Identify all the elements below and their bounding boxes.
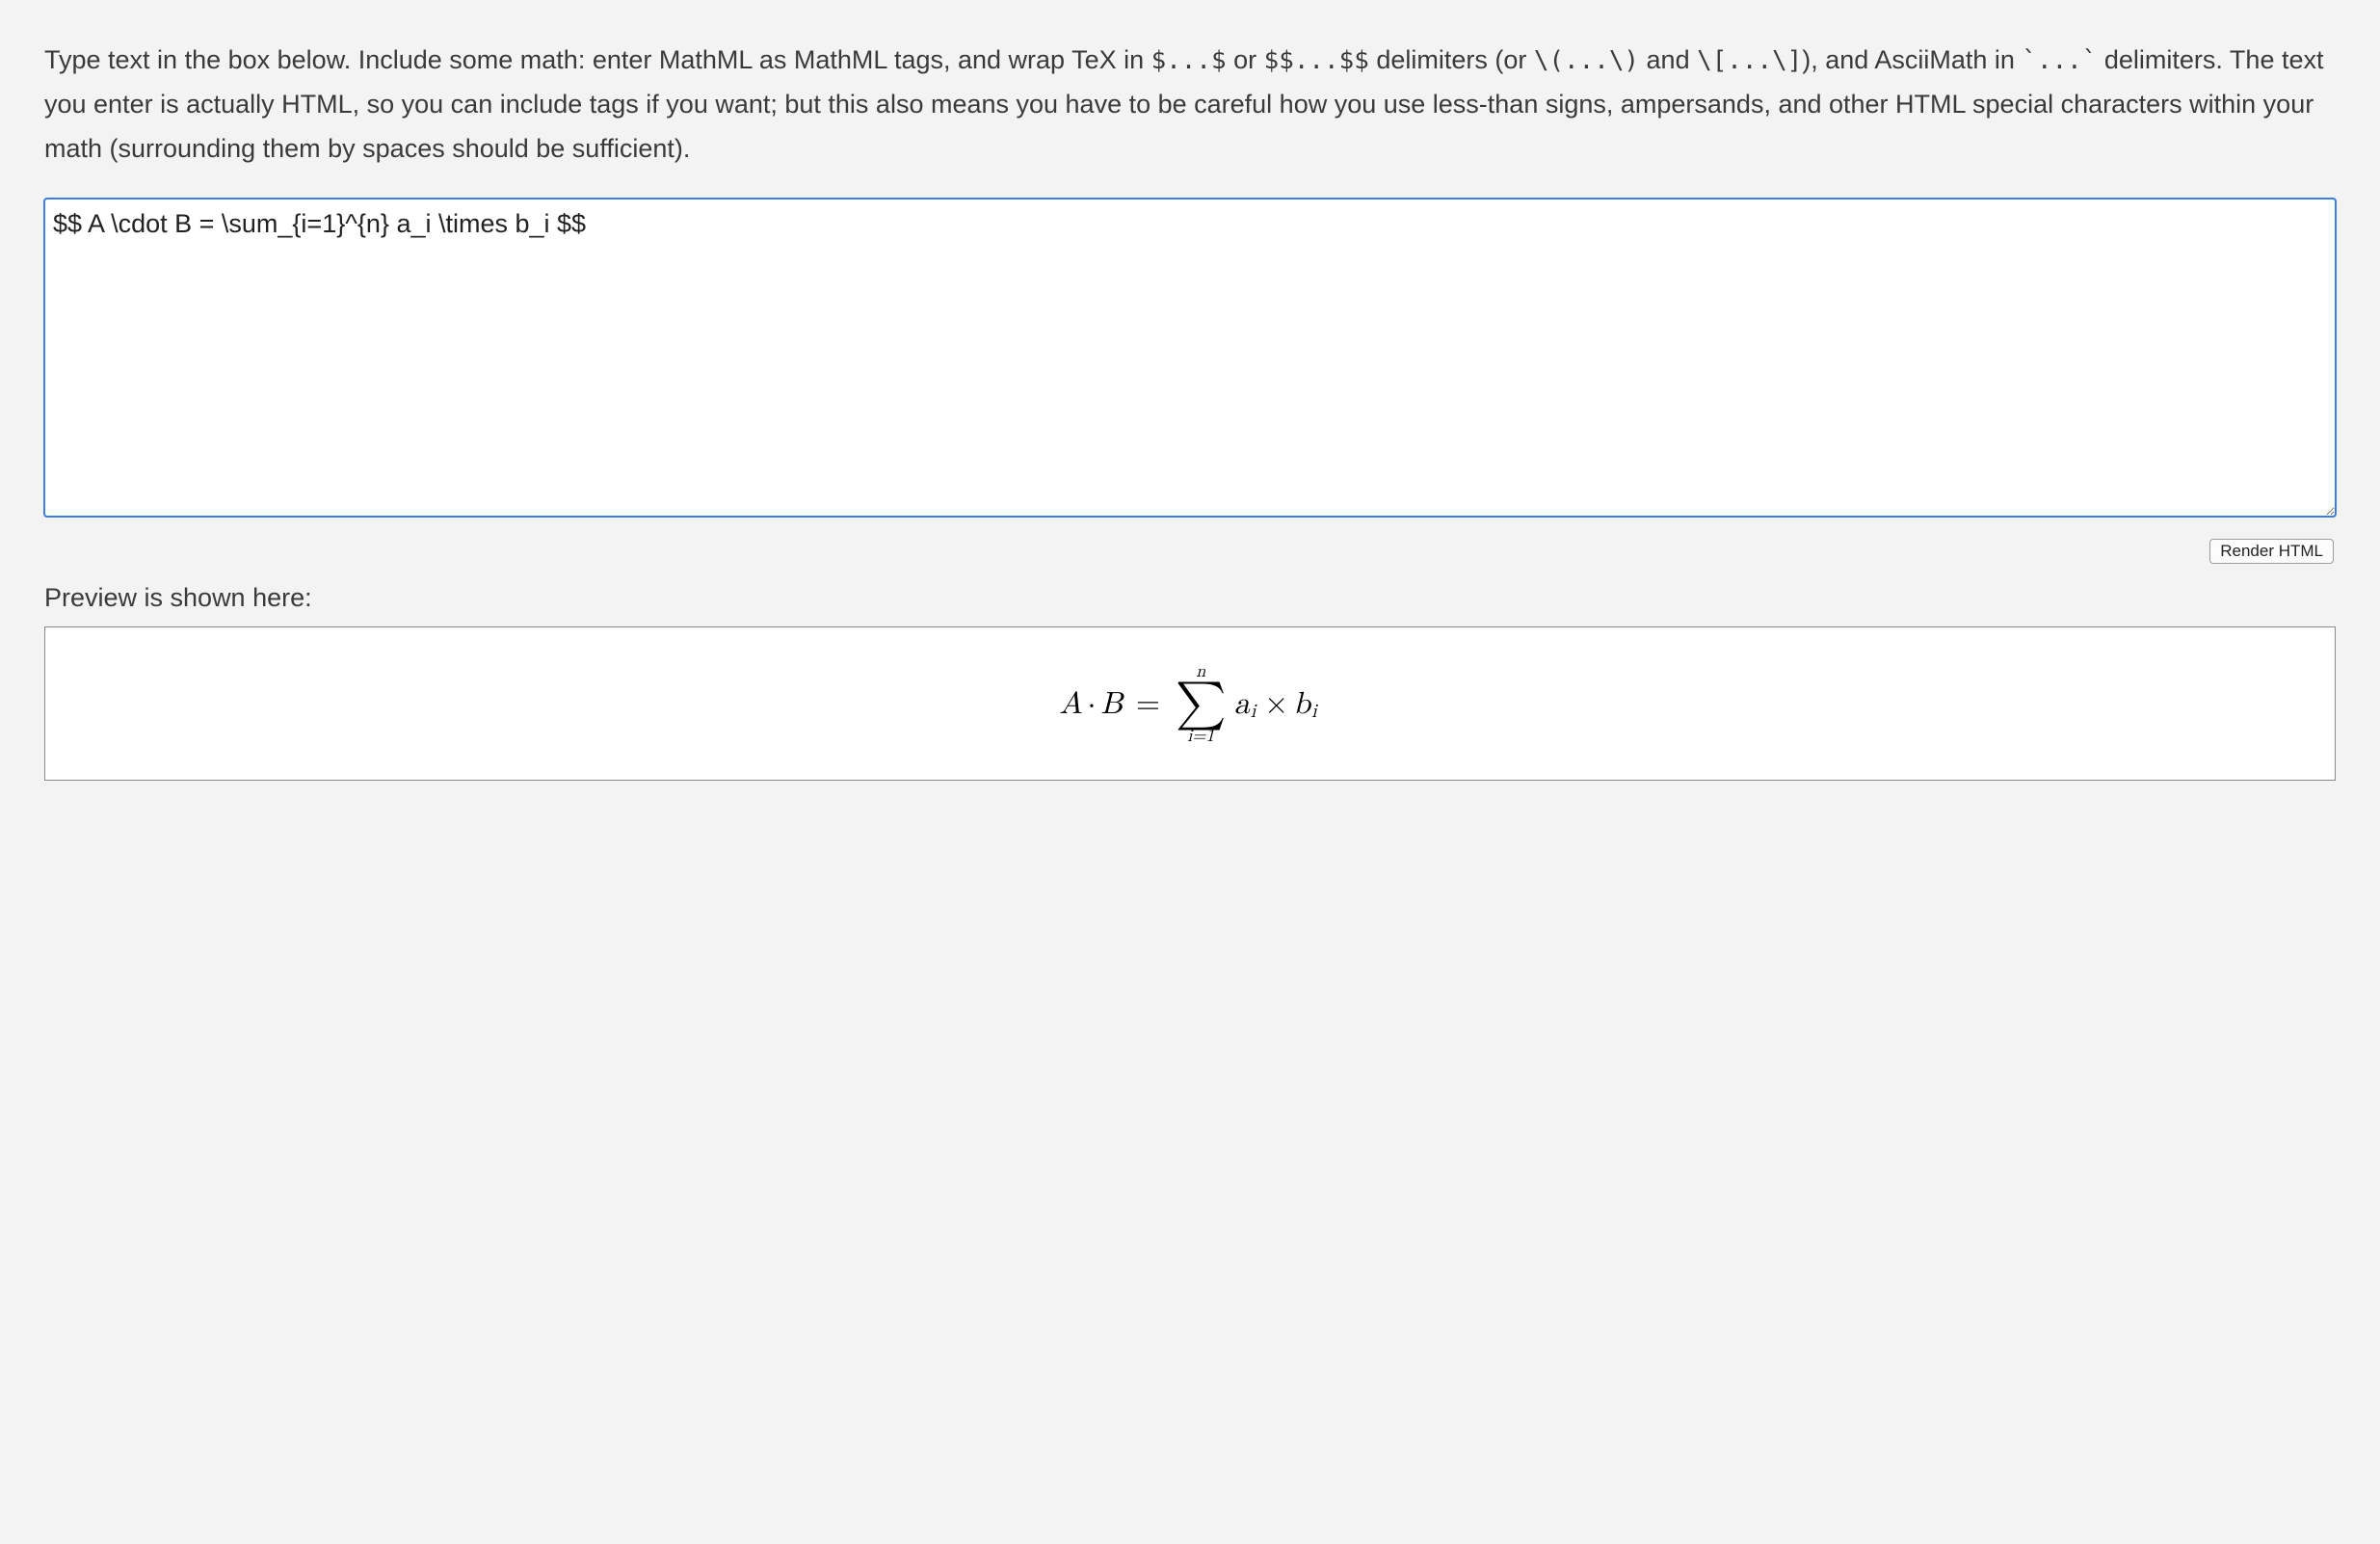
formula-sum: n ∑ i=1 (1176, 663, 1227, 745)
formula-cdot: · (1087, 686, 1096, 723)
formula-equals: = (1136, 686, 1160, 723)
instructions-text: Type text in the box below. Include some… (44, 39, 2336, 172)
tex-bracket-delimiter: \[...\] (1697, 46, 1802, 75)
formula-var-b-upper: B (1100, 686, 1123, 723)
formula-var-a-upper: A (1059, 686, 1082, 723)
formula-sum-lower: i=1 (1187, 728, 1214, 745)
render-html-button[interactable]: Render HTML (2209, 539, 2334, 564)
tex-paren-delimiter: \(...\) (1534, 46, 1639, 75)
formula-sum-upper: n (1196, 663, 1205, 680)
formula-subscript-i-2: i (1311, 700, 1317, 723)
sigma-icon: ∑ (1176, 682, 1227, 726)
preview-output: A · B = n ∑ i=1 a i × b i (44, 626, 2336, 781)
rendered-formula: A · B = n ∑ i=1 a i × b i (1059, 663, 1320, 745)
tex-display-delimiter: $$...$$ (1264, 46, 1369, 75)
formula-var-b-lower: b (1293, 686, 1310, 723)
formula-var-a-lower: a (1234, 686, 1250, 723)
formula-subscript-i-1: i (1251, 700, 1256, 723)
preview-label: Preview is shown here: (44, 583, 2336, 613)
math-input-textarea[interactable] (44, 199, 2336, 517)
asciimath-delimiter: `...` (2022, 46, 2097, 75)
tex-inline-delimiter: $...$ (1151, 46, 1227, 75)
formula-times: × (1264, 686, 1288, 723)
